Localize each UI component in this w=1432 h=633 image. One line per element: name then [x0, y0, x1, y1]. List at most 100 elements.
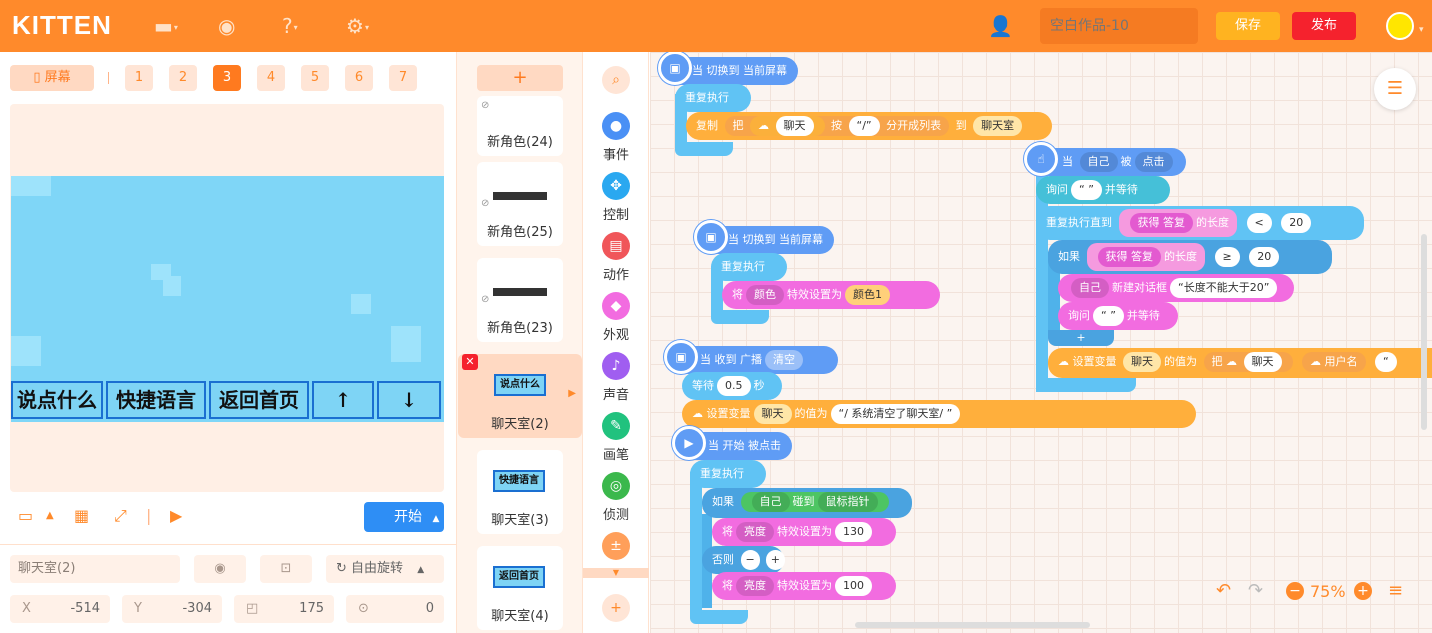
repeat-forever-block[interactable]: 重复执行	[675, 84, 751, 112]
if-block[interactable]: 如果 自己 碰到 鼠标指针	[702, 488, 912, 518]
stage-canvas[interactable]: 说点什么 快捷语言 返回首页 ↑ ↓	[10, 104, 444, 492]
set-effect-block[interactable]: 将颜色 特效设置为 颜色1	[722, 281, 940, 309]
grid-icon[interactable]: ▦	[74, 506, 89, 525]
screen-button[interactable]: ▯ 屏幕	[10, 65, 94, 91]
publish-button[interactable]: 发布	[1292, 12, 1356, 40]
hidden-eye-icon[interactable]: ⊘	[481, 198, 489, 209]
help-icon[interactable]: ?▾	[282, 14, 298, 40]
add-else-button[interactable]: +	[1048, 330, 1114, 346]
rotation-mode-select[interactable]: ↻ 自由旋转 ▲	[326, 555, 444, 583]
category-events[interactable]: ● 事件	[583, 112, 649, 163]
repeat-until-block[interactable]: 重复执行直到 获得 答复 的长度 < 20	[1036, 206, 1364, 240]
sprite-item[interactable]: ⊘ 新角色(23)	[477, 258, 563, 342]
category-pen[interactable]: ✎ 画笔	[583, 412, 649, 463]
stage-size-icon[interactable]: ▭	[18, 506, 33, 525]
preview-icon[interactable]: ▶	[170, 506, 182, 525]
screen-tab-5[interactable]: 5	[301, 65, 329, 91]
category-looks[interactable]: ◆ 外观	[583, 292, 649, 343]
category-motion[interactable]: ▤ 动作	[583, 232, 649, 283]
when-sprite-clicked-hat[interactable]: ☝ 当 自己被点击	[1024, 142, 1186, 176]
sprite-item[interactable]: ⊘ 新角色(24)	[477, 96, 563, 156]
sprite-select[interactable]: 自己	[1079, 152, 1118, 172]
redo-icon[interactable]: ↷	[1248, 580, 1263, 601]
lock-icon[interactable]: ⊡	[260, 555, 312, 583]
avatar[interactable]	[1386, 12, 1414, 40]
set-effect-block[interactable]: 将亮度 特效设置为 100	[712, 572, 896, 600]
separator-input[interactable]: “/”	[848, 116, 880, 136]
when-screen-switch-hat[interactable]: ▣ 当 切换到 当前屏幕	[658, 52, 798, 85]
screen-tab-3[interactable]: 3	[213, 65, 241, 91]
list-select[interactable]: 聊天室	[973, 116, 1023, 136]
folder-icon[interactable]: ▬▾	[154, 14, 178, 40]
wait-seconds-block[interactable]: 等待 0.5 秒	[682, 372, 782, 400]
set-variable-block[interactable]: ☁ 设置变量 聊天 的值为 “/ 系统清空了聊天室/ ”	[682, 400, 1196, 428]
category-operators[interactable]: ±运算	[583, 532, 649, 566]
chevron-right-icon[interactable]: ▶	[568, 388, 576, 399]
fullscreen-icon[interactable]: ⤢	[114, 506, 127, 526]
x-field[interactable]: X -514	[10, 595, 110, 623]
when-receive-broadcast-hat[interactable]: ▣ 当 收到 广播 清空	[664, 340, 838, 374]
direction-field[interactable]: ⊙ 0	[346, 595, 444, 623]
y-field[interactable]: Y -304	[122, 595, 222, 623]
repeat-forever-block[interactable]: 重复执行	[690, 460, 766, 488]
screen-tab-4[interactable]: 4	[257, 65, 285, 91]
return-home-button[interactable]: 返回首页	[209, 381, 309, 419]
delete-icon[interactable]: ✕	[462, 354, 478, 370]
repeat-forever-block[interactable]: 重复执行	[711, 253, 787, 281]
backpack-icon[interactable]: ◉	[218, 14, 235, 38]
add-sprite-button[interactable]: +	[477, 65, 563, 91]
size-field[interactable]: ◰ 175	[234, 595, 334, 623]
when-screen-switch-hat[interactable]: ▣ 当 切换到 当前屏幕	[694, 220, 834, 254]
code-search-icon[interactable]: ☰	[1374, 68, 1416, 110]
game-screen[interactable]: 说点什么 快捷语言 返回首页 ↑ ↓	[11, 176, 444, 422]
sprite-item[interactable]: 返回首页 聊天室(4)	[477, 546, 563, 630]
set-effect-block[interactable]: 将亮度 特效设置为 130	[712, 518, 896, 546]
category-sensing[interactable]: ◎ 侦测	[583, 472, 649, 523]
add-user-icon[interactable]: 👤	[988, 14, 1013, 38]
plus-icon[interactable]: +	[765, 550, 785, 570]
code-workspace[interactable]: ▣ 当 切换到 当前屏幕 重复执行 复制 把 ☁ 聊天 按 “/” 分开成列表 到…	[650, 52, 1432, 633]
screen-tab-1[interactable]: 1	[125, 65, 153, 91]
category-sound[interactable]: ♪ 声音	[583, 352, 649, 403]
say-something-button[interactable]: 说点什么	[11, 381, 103, 419]
else-block[interactable]: 否则 − +	[702, 546, 785, 574]
new-dialog-block[interactable]: 自己 新建对话框 “长度不能大于20”	[1058, 274, 1294, 302]
when-start-clicked-hat[interactable]: ▶ 当 开始 被点击	[672, 426, 792, 460]
search-icon[interactable]: ⌕	[583, 66, 649, 98]
copy-list-block[interactable]: 复制 把 ☁ 聊天 按 “/” 分开成列表 到 聊天室	[686, 112, 1052, 140]
chat-select[interactable]: 聊天	[775, 116, 814, 136]
caret-up-icon[interactable]: ▲	[46, 510, 54, 521]
arrow-down-button[interactable]: ↓	[377, 381, 441, 419]
minus-icon[interactable]: −	[740, 550, 760, 570]
undo-icon[interactable]: ↶	[1216, 580, 1231, 601]
gear-icon[interactable]: ⚙▾	[346, 14, 369, 40]
vertical-scrollbar[interactable]	[1421, 234, 1427, 430]
screen-tab-6[interactable]: 6	[345, 65, 373, 91]
sprite-item[interactable]: ⊘ 新角色(25)	[477, 162, 563, 246]
sprite-item-selected[interactable]: ✕ 说点什么 ▶ 聊天室(2)	[458, 354, 582, 438]
zoom-out-icon[interactable]: −	[1286, 582, 1304, 600]
screen-tab-2[interactable]: 2	[169, 65, 197, 91]
zoom-in-icon[interactable]: +	[1354, 582, 1372, 600]
set-variable-block[interactable]: ☁ 设置变量 聊天 的值为 把 ☁ 聊天 ☁ 用户名 “	[1048, 348, 1432, 378]
start-button[interactable]: 开始 ▲	[364, 502, 444, 532]
arrange-icon[interactable]: ≡	[1388, 580, 1403, 601]
quick-language-button[interactable]: 快捷语言	[106, 381, 206, 419]
hidden-eye-icon[interactable]: ⊘	[481, 100, 489, 111]
arrow-up-button[interactable]: ↑	[312, 381, 374, 419]
save-button[interactable]: 保存	[1216, 12, 1280, 40]
sprite-item[interactable]: 快捷语言 聊天室(3)	[477, 450, 563, 534]
ask-and-wait-block[interactable]: 询问 “ ” 并等待	[1036, 176, 1170, 204]
add-extension-button[interactable]: +	[583, 594, 649, 626]
chevron-down-icon[interactable]: ▼	[583, 568, 649, 578]
category-control[interactable]: ✥ 控制	[583, 172, 649, 223]
horizontal-scrollbar[interactable]	[855, 622, 1090, 628]
sprite-name-field[interactable]: 聊天室(2)	[10, 555, 180, 583]
eye-icon[interactable]: ◉	[194, 555, 246, 583]
hidden-eye-icon[interactable]: ⊘	[481, 294, 489, 305]
event-select[interactable]: 点击	[1134, 152, 1173, 172]
if-block[interactable]: 如果 获得 答复 的长度 ≥ 20	[1048, 240, 1332, 274]
project-title-input[interactable]	[1040, 8, 1198, 44]
avatar-chevron-down-icon[interactable]: ▾	[1419, 18, 1424, 42]
screen-tab-7[interactable]: 7	[389, 65, 417, 91]
